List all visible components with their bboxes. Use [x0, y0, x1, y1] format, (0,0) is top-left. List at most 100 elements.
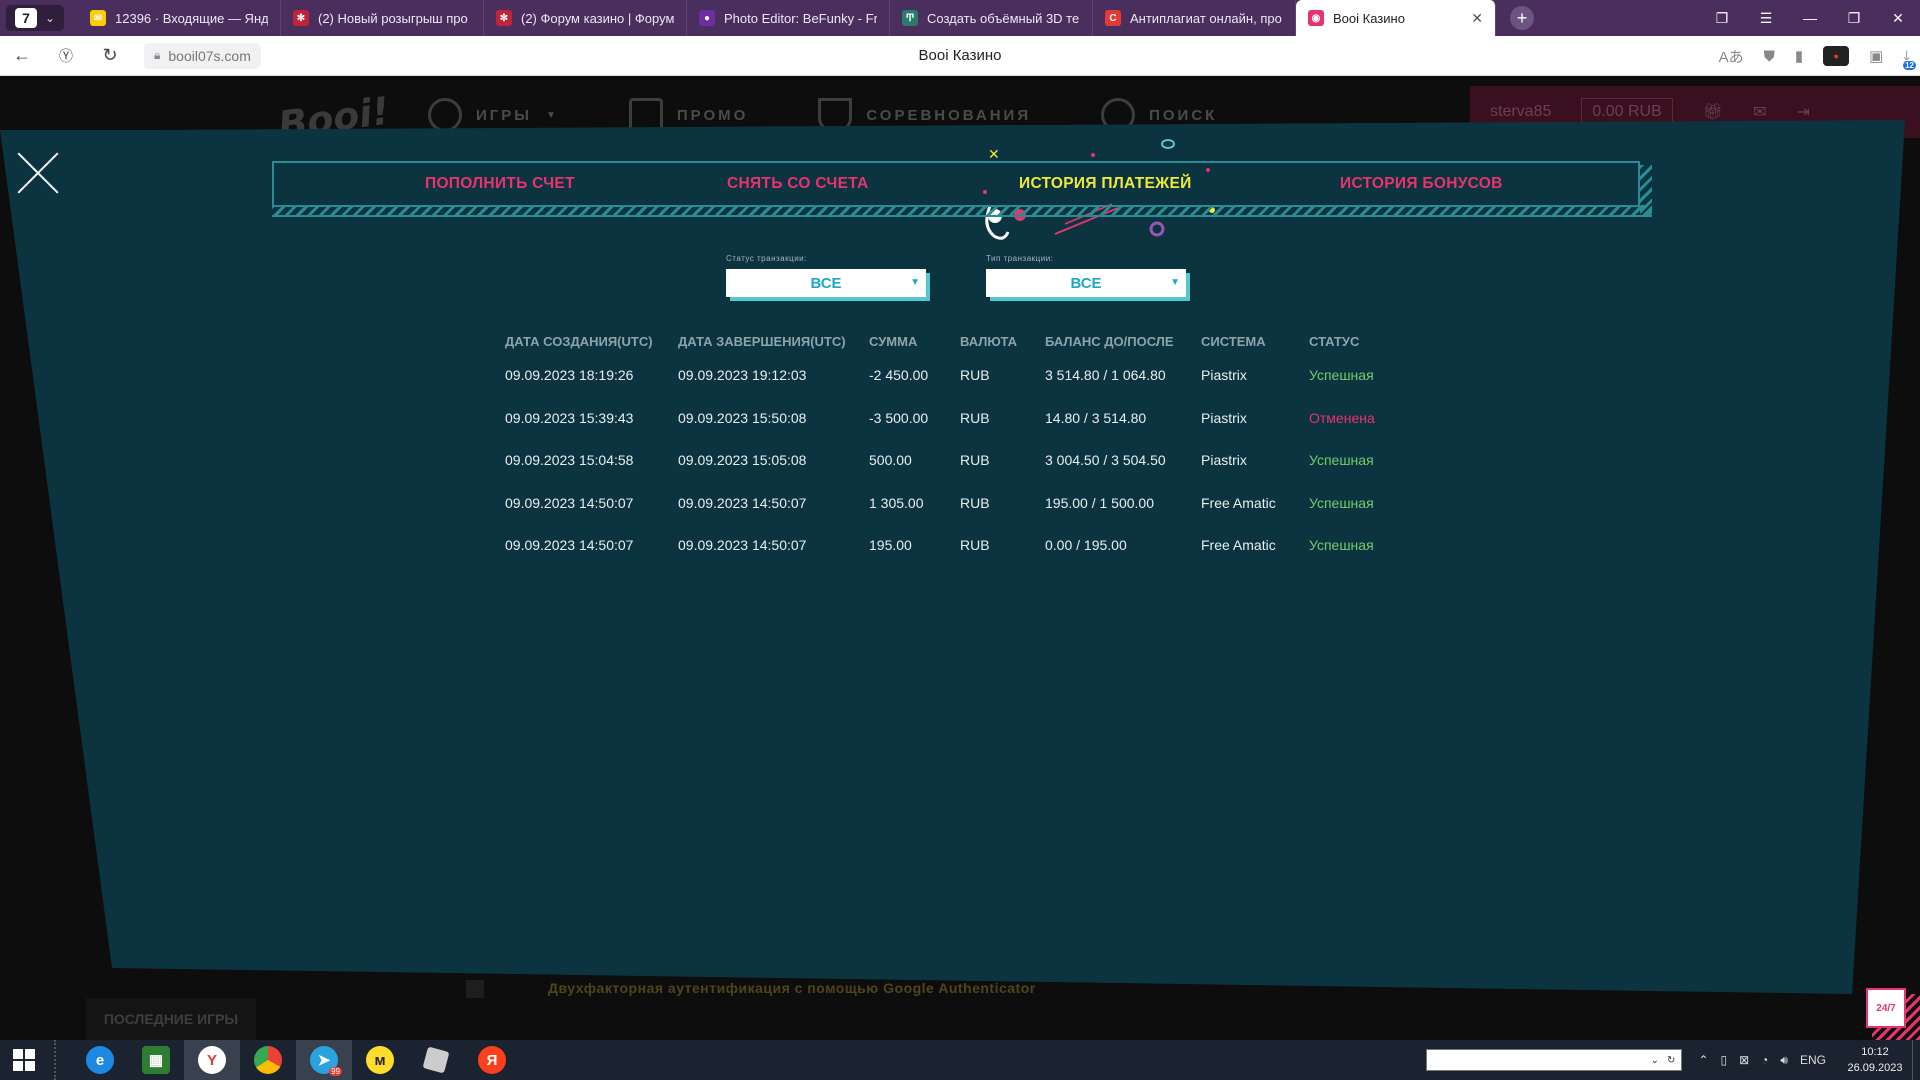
chevron-down-icon: ⌄ — [1650, 1054, 1660, 1066]
tab-withdraw[interactable]: СНЯТЬ СО СЧЕТА — [727, 175, 869, 193]
type-filter-select[interactable]: ВСЕ ▼ — [986, 269, 1186, 297]
browser-tab[interactable]: Ͳ Создать объёмный 3D те — [890, 0, 1093, 36]
table-cell: 09.09.2023 18:19:26 — [505, 367, 634, 384]
col-currency[interactable]: ВАЛЮТА — [960, 328, 1045, 354]
table-cell: 195.00 / 1 500.00 — [1045, 494, 1154, 511]
table-cell: 09.09.2023 15:05:08 — [678, 452, 807, 469]
protect-icon[interactable]: ⛊ — [1764, 48, 1775, 65]
table-cell: 09.09.2023 14:50:07 — [505, 537, 634, 554]
table-cell: Piastrix — [1201, 452, 1247, 469]
refresh-icon[interactable]: ↻ — [1667, 1055, 1675, 1066]
tabs-hatch-side-decoration — [1640, 165, 1652, 215]
col-created[interactable]: ДАТА СОЗДАНИЯ(UTC) — [505, 328, 678, 354]
taskbar-address-field[interactable]: ⌄ ↻ — [1426, 1049, 1683, 1071]
system-tray: ⌃ ▯ ⊠ ◔ 🔊︎ ENG — [1698, 1053, 1826, 1068]
bookmark-icon[interactable]: ▮ — [1795, 47, 1803, 65]
close-window-button[interactable]: ✕ — [1876, 0, 1920, 36]
url-text: booil07s.com — [168, 47, 251, 64]
tab-bonus-history[interactable]: ИСТОРИЯ БОНУСОВ — [1340, 175, 1503, 193]
tab-title: (2) Новый розыгрыш про — [318, 10, 468, 26]
store-app[interactable]: ▦ — [128, 1040, 184, 1080]
yandex-icon: Я — [478, 1046, 506, 1074]
table-cell: RUB — [960, 367, 990, 384]
wifi-icon[interactable]: ◔ — [1761, 1053, 1768, 1067]
chrome-icon — [254, 1046, 282, 1074]
col-completed[interactable]: ДАТА ЗАВЕРШЕНИЯ(UTC) — [678, 328, 869, 354]
table-cell: 1 305.00 — [869, 494, 924, 511]
browser-tab[interactable]: ✉ 12396 · Входящие — Яндекс — [78, 0, 281, 36]
taskbar-grip — [54, 1040, 72, 1080]
maximize-button[interactable]: ❐ — [1832, 0, 1876, 36]
downloads-icon[interactable]: ⤓ 12 — [1903, 48, 1916, 70]
lock-icon: 🔒︎ — [154, 48, 161, 62]
table-cell: 195.00 — [869, 537, 912, 554]
windows-logo-icon — [13, 1049, 35, 1071]
yandex-home-icon[interactable]: Ⓨ — [44, 36, 88, 76]
table-cell: -2 450.00 — [869, 367, 929, 384]
browser-tab[interactable]: ✻ (2) Новый розыгрыш про — [281, 0, 484, 36]
show-desktop-button[interactable] — [1912, 1040, 1920, 1080]
col-amount[interactable]: СУММА — [869, 328, 960, 354]
telegram-app[interactable]: ➤ 99 — [296, 1040, 352, 1080]
telegram-badge: 99 — [329, 1067, 342, 1076]
yandex-browser-app[interactable]: Y — [184, 1040, 240, 1080]
tab-counter-button[interactable]: 7 ⌄ — [6, 5, 64, 31]
reload-icon[interactable]: ↻ — [88, 36, 132, 76]
roblox-app[interactable] — [408, 1040, 464, 1080]
network-off-icon[interactable]: ⊠ — [1739, 1053, 1749, 1067]
close-tab-icon[interactable]: ✕ — [1471, 10, 1483, 27]
table-cell: 09.09.2023 14:50:07 — [678, 494, 807, 511]
table-cell: Piastrix — [1201, 409, 1247, 426]
translate-icon[interactable]: Aあ — [1719, 46, 1744, 67]
yandex-app[interactable]: Я — [464, 1040, 520, 1080]
browser-tab[interactable]: ● Photo Editor: BeFunky - Free — [687, 0, 890, 36]
table-cell: Free Amatic — [1201, 537, 1276, 554]
url-field[interactable]: 🔒︎ booil07s.com — [144, 42, 261, 69]
bookmark-pane-icon[interactable]: ❐ — [1700, 0, 1744, 36]
table-row: 09.09.2023 15:39:43 09.09.2023 15:50:08 -3… — [505, 397, 1399, 440]
browser-tab[interactable]: ✻ (2) Форум казино | Форум — [484, 0, 687, 36]
status-filter-label: Статус транзакции: — [726, 254, 807, 263]
type-filter-label: Тип транзакции: — [986, 254, 1054, 263]
tab-payment-history[interactable]: ИСТОРИЯ ПЛАТЕЖЕЙ — [1019, 175, 1192, 193]
table-cell: RUB — [960, 494, 990, 511]
table-cell: 3 514.80 / 1 064.80 — [1045, 367, 1166, 384]
table-cell: RUB — [960, 409, 990, 426]
back-arrow-icon[interactable]: ← — [0, 36, 44, 76]
tab-favicon-icon: ✻ — [293, 10, 309, 26]
status-filter-select[interactable]: ВСЕ ▼ — [726, 269, 926, 297]
volume-icon[interactable]: 🔊︎ — [1780, 1053, 1788, 1068]
browser-tab-active[interactable]: ◉ Booi Казино ✕ — [1296, 0, 1496, 36]
clock[interactable]: 10:12 26.09.2023 — [1838, 1044, 1912, 1076]
table-cell: Успешная — [1309, 452, 1374, 469]
browser-tab[interactable]: C Антиплагиат онлайн, про — [1093, 0, 1296, 36]
support-chat-button[interactable]: 24/7 — [1866, 988, 1906, 1028]
table-cell: -3 500.00 — [869, 409, 929, 426]
menu-icon[interactable]: ☰ — [1744, 0, 1788, 36]
address-bar: ← Ⓨ ↻ 🔒︎ booil07s.com Booi Казино Aあ ⛊ ▮… — [0, 36, 1920, 76]
battery-icon[interactable]: ▯ — [1721, 1053, 1728, 1067]
window-controls: ❐ ☰ — ❐ ✕ — [1700, 0, 1920, 36]
roblox-icon — [422, 1046, 450, 1074]
extensions-icon[interactable]: ▣ — [1869, 47, 1883, 65]
screen-record-icon[interactable]: ● — [1823, 46, 1850, 66]
language-indicator[interactable]: ENG — [1800, 1053, 1826, 1067]
close-modal-button[interactable] — [16, 152, 60, 196]
table-cell: 09.09.2023 15:39:43 — [505, 409, 634, 426]
store-icon: ▦ — [142, 1046, 170, 1074]
clock-date: 26.09.2023 — [1847, 1062, 1903, 1074]
minimize-button[interactable]: — — [1788, 0, 1832, 36]
start-button[interactable] — [0, 1040, 48, 1080]
ie-app[interactable]: e — [72, 1040, 128, 1080]
chrome-app[interactable] — [240, 1040, 296, 1080]
tab-title: Booi Казино — [1333, 10, 1405, 26]
col-balance[interactable]: БАЛАНС ДО/ПОСЛЕ — [1045, 328, 1201, 354]
tab-deposit[interactable]: ПОПОЛНИТЬ СЧЕТ — [425, 175, 575, 193]
new-tab-button[interactable]: + — [1510, 6, 1534, 30]
caret-down-icon: ▼ — [910, 277, 920, 288]
col-system[interactable]: СИСТЕМА — [1201, 328, 1309, 354]
table-cell: Free Amatic — [1201, 494, 1276, 511]
col-status[interactable]: СТАТУС — [1309, 328, 1399, 354]
yandex-market-app[interactable]: м — [352, 1040, 408, 1080]
show-hidden-icons[interactable]: ⌃ — [1698, 1053, 1708, 1067]
